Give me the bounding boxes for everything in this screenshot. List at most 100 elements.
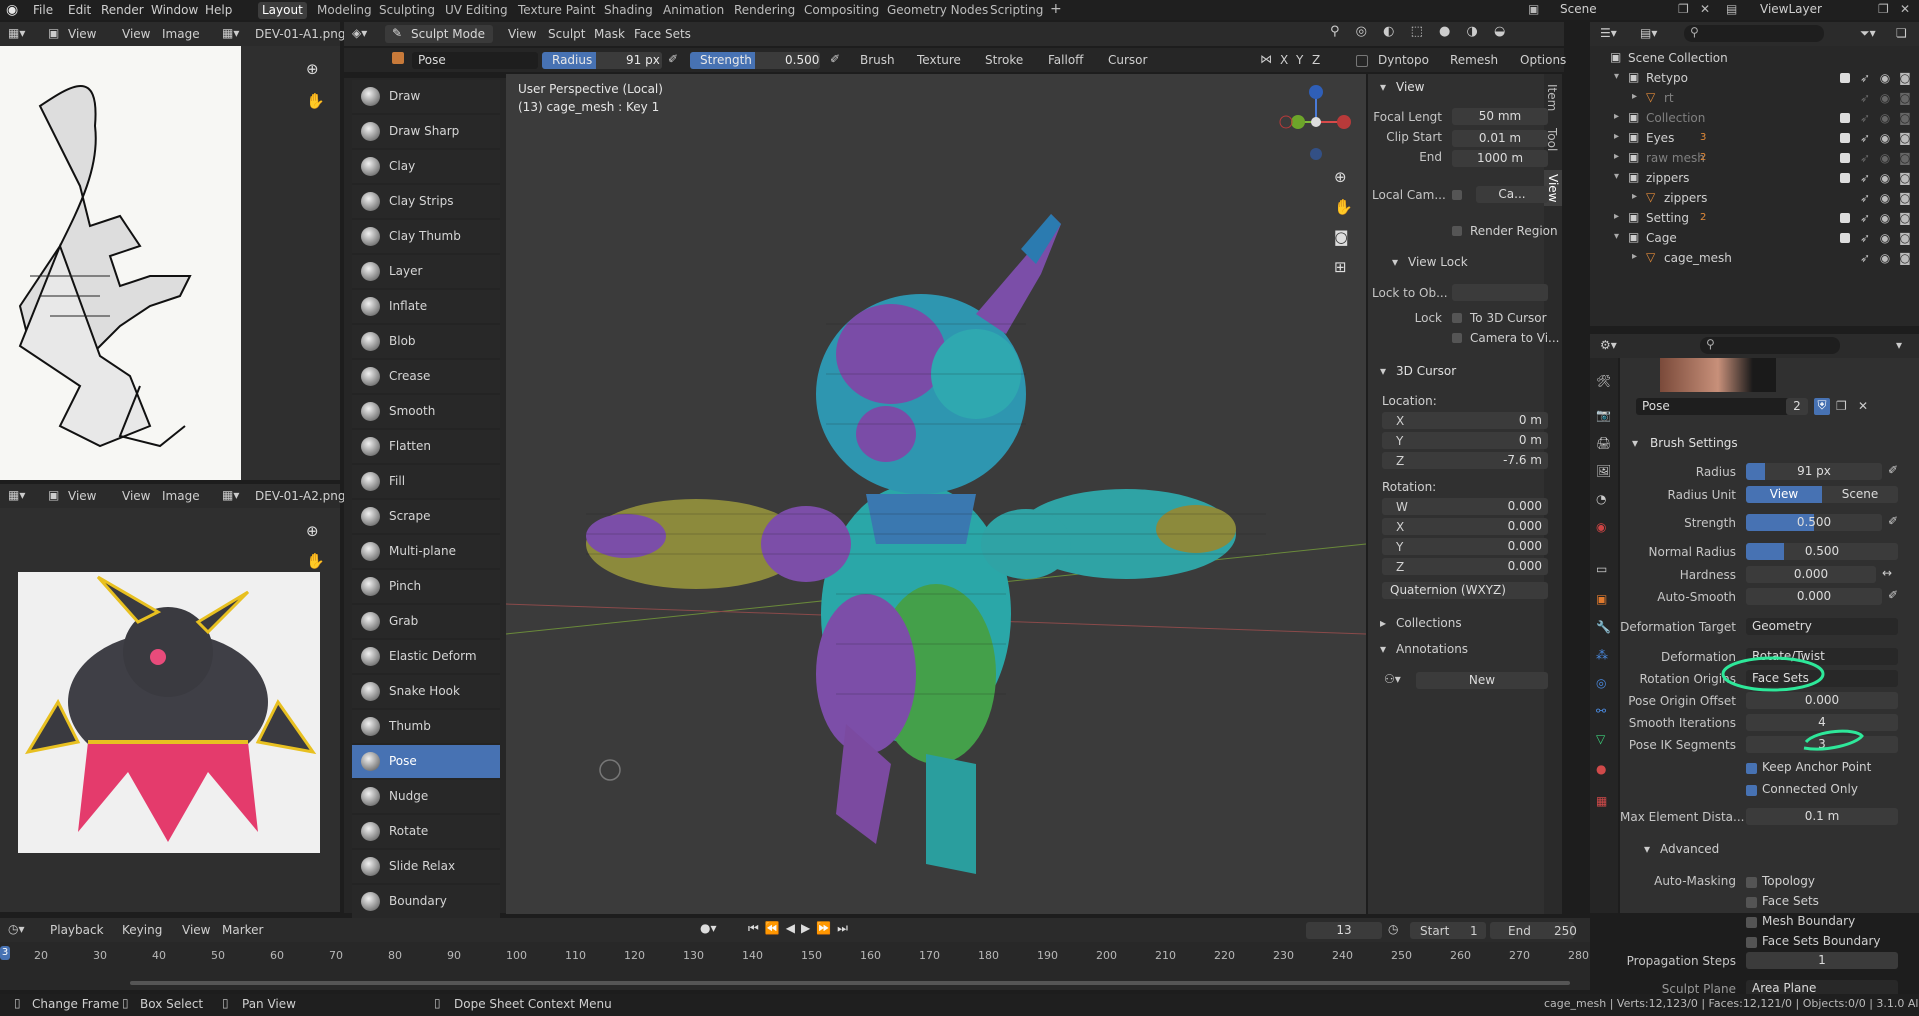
timeline-scrollbar[interactable] xyxy=(130,981,1570,985)
outliner-row-zippers[interactable]: zippers xyxy=(1664,188,1707,208)
timeline-editor-icon[interactable]: ◷▾ xyxy=(8,922,25,936)
tool-inflate[interactable]: Inflate xyxy=(352,290,500,325)
eye-icon[interactable]: ◉ xyxy=(1878,251,1892,265)
image1-filename[interactable]: DEV-01-A1.png xyxy=(255,27,346,41)
radius-unit-view-button[interactable]: View xyxy=(1746,486,1822,503)
add-workspace-icon[interactable]: + xyxy=(1050,1,1062,17)
eye-icon[interactable]: ◉ xyxy=(1878,151,1892,165)
editor-type-icon-2[interactable]: ▦▾ xyxy=(8,488,25,502)
pan-view-icon[interactable]: ✋ xyxy=(1334,198,1353,216)
brush-preview-image[interactable] xyxy=(1660,358,1776,392)
select-arrow-icon[interactable]: ➶ xyxy=(1858,131,1872,145)
sidebar-tab-item[interactable]: Item xyxy=(1545,84,1559,111)
tool-properties-tab-icon[interactable]: 🛠 xyxy=(1596,374,1611,388)
cursor-rot-y-field[interactable]: 0.000 xyxy=(1382,538,1548,555)
timeline-playhead[interactable]: 3 xyxy=(0,946,10,960)
outliner-expand-icon[interactable]: ▸ xyxy=(1614,211,1619,222)
prop-radius-field[interactable]: 91 px xyxy=(1746,463,1882,480)
output-tab-icon[interactable]: 🖨 xyxy=(1596,436,1611,450)
viewport-shading-icons[interactable]: ⚲ ◎ ◐ ⬚ ● ◑ ◒ xyxy=(1330,24,1511,39)
menu-window[interactable]: Window xyxy=(151,0,198,20)
particles-tab-icon[interactable]: ⁂ xyxy=(1596,648,1608,662)
prop-strength-field[interactable]: 0.500 xyxy=(1746,514,1882,531)
clip-start-field[interactable]: 0.01 m xyxy=(1452,130,1548,147)
auto-smooth-field[interactable]: 0.000 xyxy=(1746,588,1882,605)
tool-pose[interactable]: Pose xyxy=(352,745,500,780)
view-lock-arrow-icon[interactable]: ▾ xyxy=(1392,255,1398,269)
brush-users-count[interactable]: 2 xyxy=(1786,398,1808,415)
scene-icon[interactable]: ▣ xyxy=(1528,2,1539,16)
viewlayer-icon[interactable]: ▤ xyxy=(1726,2,1737,16)
select-arrow-icon[interactable]: ➶ xyxy=(1858,151,1872,165)
eye-icon[interactable]: ◉ xyxy=(1878,171,1892,185)
tab-texture-paint[interactable]: Texture Paint xyxy=(514,2,599,19)
view-layer-tab-icon[interactable]: 🖼 xyxy=(1596,464,1611,478)
tool-multi-plane-scrape[interactable]: Multi-plane Scrape xyxy=(352,535,500,591)
rotation-mode-dropdown[interactable]: Quaternion (WXYZ) xyxy=(1382,582,1548,599)
image2-image-menu[interactable]: Image xyxy=(162,489,200,503)
scene-close-icon[interactable]: ✕ xyxy=(1700,2,1710,16)
outliner-row-retypo[interactable]: Retypo xyxy=(1646,68,1688,88)
select-arrow-icon[interactable]: ➶ xyxy=(1858,91,1872,105)
camera-view-icon[interactable]: ◙ xyxy=(1334,228,1349,246)
record-icon[interactable]: ●▾ xyxy=(700,921,717,935)
eye-icon[interactable]: ◉ xyxy=(1878,211,1892,225)
material-tab-icon[interactable]: ● xyxy=(1596,762,1606,776)
duplicate-brush-icon[interactable]: ❐ xyxy=(1836,399,1847,413)
camera-render-icon[interactable]: ◙ xyxy=(1898,191,1912,205)
camera-render-icon[interactable]: ◙ xyxy=(1898,171,1912,185)
options-dropdown[interactable]: Options xyxy=(1520,53,1566,67)
camera-render-icon[interactable]: ◙ xyxy=(1898,151,1912,165)
outliner-expand-icon[interactable]: ▸ xyxy=(1632,91,1637,102)
tool-layer[interactable]: Layer xyxy=(352,255,500,290)
tool-clay-thumb[interactable]: Clay Thumb xyxy=(352,220,500,255)
camera-render-icon[interactable]: ◙ xyxy=(1898,111,1912,125)
eye-icon[interactable]: ◉ xyxy=(1878,71,1892,85)
hardness-field[interactable]: 0.000 xyxy=(1746,566,1876,583)
current-frame-field[interactable]: 13 xyxy=(1306,922,1382,939)
annotation-new-button[interactable]: New xyxy=(1416,672,1548,689)
tab-shading[interactable]: Shading xyxy=(600,2,657,19)
image1-zoom-icon[interactable]: ⊕ xyxy=(306,60,319,78)
scene-tab-icon[interactable]: ◔ xyxy=(1596,492,1606,506)
timeline-marker-menu[interactable]: Marker xyxy=(222,923,263,937)
menu-edit[interactable]: Edit xyxy=(68,0,91,20)
cursor-rot-z-field[interactable]: 0.000 xyxy=(1382,558,1548,575)
cursor-loc-y-field[interactable]: 0 m xyxy=(1382,432,1548,449)
auto-smooth-pressure-icon[interactable]: ✐ xyxy=(1888,588,1898,602)
view-mode-icon[interactable]: ▣ xyxy=(48,26,59,40)
view-panel-title[interactable]: View xyxy=(1396,80,1424,94)
select-arrow-icon[interactable]: ➶ xyxy=(1858,251,1872,265)
viewport-editor-type-icon[interactable]: ◈▾ xyxy=(352,26,367,40)
timeline-playback-menu[interactable]: Playback xyxy=(50,923,104,937)
symmetry-x[interactable]: X xyxy=(1280,53,1288,67)
navigation-gizmo[interactable] xyxy=(1278,84,1354,160)
image-browse-icon[interactable]: ▦▾ xyxy=(222,26,239,40)
collections-panel-title[interactable]: Collections xyxy=(1396,616,1462,630)
exclude-checkbox[interactable] xyxy=(1840,233,1850,243)
outliner-scene-collection[interactable]: Scene Collection xyxy=(1628,48,1728,68)
exclude-checkbox[interactable] xyxy=(1840,73,1850,83)
camera-render-icon[interactable]: ◙ xyxy=(1898,231,1912,245)
tool-draw-sharp[interactable]: Draw Sharp xyxy=(352,115,500,150)
camera-render-icon[interactable]: ◙ xyxy=(1898,71,1912,85)
image1-view-menu[interactable]: View xyxy=(122,27,150,41)
outliner-filter-icon[interactable]: ⏷▾ xyxy=(1860,26,1876,41)
blender-logo-icon[interactable]: ◉ xyxy=(6,2,22,18)
image1-image-menu[interactable]: Image xyxy=(162,27,200,41)
tab-modeling[interactable]: Modeling xyxy=(313,2,376,19)
cursor-rot-x-field[interactable]: 0.000 xyxy=(1382,518,1548,535)
tool-thumb[interactable]: Thumb xyxy=(352,710,500,745)
viewlayer-copy-icon[interactable]: ❐ xyxy=(1878,2,1889,16)
image2-zoom-icon[interactable]: ⊕ xyxy=(306,522,319,540)
tool-crease[interactable]: Crease xyxy=(352,360,500,395)
tool-draw[interactable]: Draw xyxy=(352,80,500,115)
render-region-checkbox[interactable] xyxy=(1452,226,1462,236)
outliner-row-cage[interactable]: Cage xyxy=(1646,228,1677,248)
exclude-checkbox[interactable] xyxy=(1840,113,1850,123)
view-lock-title[interactable]: View Lock xyxy=(1408,255,1468,269)
texture-tab-icon[interactable]: ▦ xyxy=(1596,794,1607,808)
preview-range-icon[interactable]: ◷ xyxy=(1388,922,1398,936)
select-arrow-icon[interactable]: ➶ xyxy=(1858,211,1872,225)
image2-filename[interactable]: DEV-01-A2.png xyxy=(255,489,346,503)
